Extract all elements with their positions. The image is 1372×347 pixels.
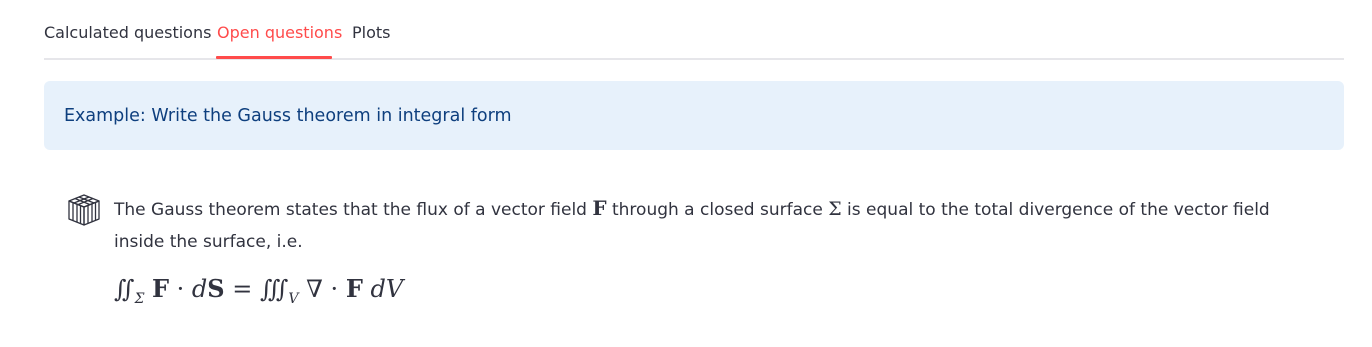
gauss-formula: ∬Σ F · dS = ∭V ∇ · F dV xyxy=(114,272,403,316)
tab-plots[interactable]: Plots xyxy=(352,22,391,44)
volume-integral-sign: ∭ xyxy=(260,275,289,303)
cube-icon xyxy=(66,192,102,228)
formula-dot-right: · xyxy=(322,275,346,303)
tab-calculated-questions[interactable]: Calculated questions xyxy=(44,22,211,44)
symbol-F: F xyxy=(592,196,607,220)
volume-subscript: V xyxy=(288,291,299,307)
answer-text-part1: The Gauss theorem states that the flux o… xyxy=(114,200,593,220)
formula-F-left: F xyxy=(151,274,170,303)
active-tab-indicator xyxy=(216,56,332,59)
formula-F-right: F xyxy=(345,274,363,303)
formula-equals: = xyxy=(224,275,261,303)
formula-dot-left: · xyxy=(169,275,192,303)
formula-d-left: d xyxy=(191,275,208,303)
formula-dV: dV xyxy=(370,275,404,303)
surface-integral-sign: ∬ xyxy=(114,275,135,303)
surface-subscript: Σ xyxy=(134,291,145,307)
formula-S: S xyxy=(207,274,225,303)
answer-text-part2: through a closed surface xyxy=(606,200,829,220)
tab-open-questions[interactable]: Open questions xyxy=(217,22,342,44)
symbol-sigma: Σ xyxy=(828,198,842,220)
answer-text: The Gauss theorem states that the flux o… xyxy=(114,192,1324,258)
tab-bar: Calculated questions Open questions Plot… xyxy=(44,0,1344,60)
info-alert: Example: Write the Gauss theorem in inte… xyxy=(44,81,1344,150)
page: Calculated questions Open questions Plot… xyxy=(0,0,1372,347)
alert-text: Example: Write the Gauss theorem in inte… xyxy=(64,106,512,126)
formula-nabla: ∇ xyxy=(306,275,323,303)
